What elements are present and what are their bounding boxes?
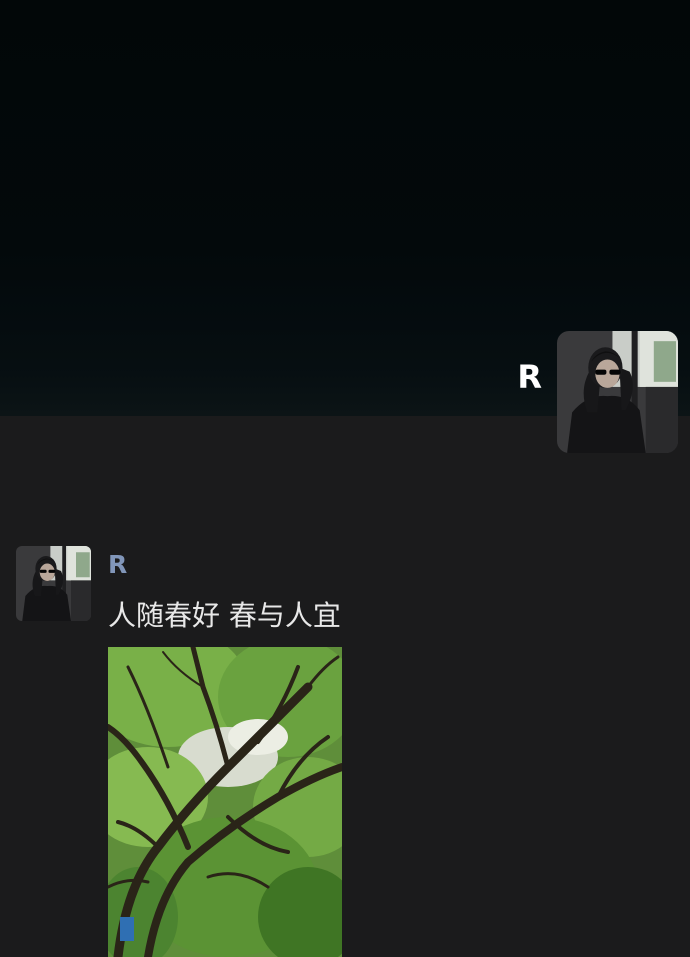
post-text: 人随春好 春与人宜: [108, 599, 341, 632]
tree-photo: [108, 647, 342, 957]
post-image[interactable]: [108, 647, 342, 957]
profile-avatar[interactable]: [557, 331, 678, 453]
post-author-avatar[interactable]: [16, 546, 91, 621]
post-author-name[interactable]: R: [108, 550, 127, 579]
profile-name: R: [517, 358, 542, 396]
avatar-photo: [16, 546, 91, 621]
avatar-photo: [557, 331, 678, 453]
